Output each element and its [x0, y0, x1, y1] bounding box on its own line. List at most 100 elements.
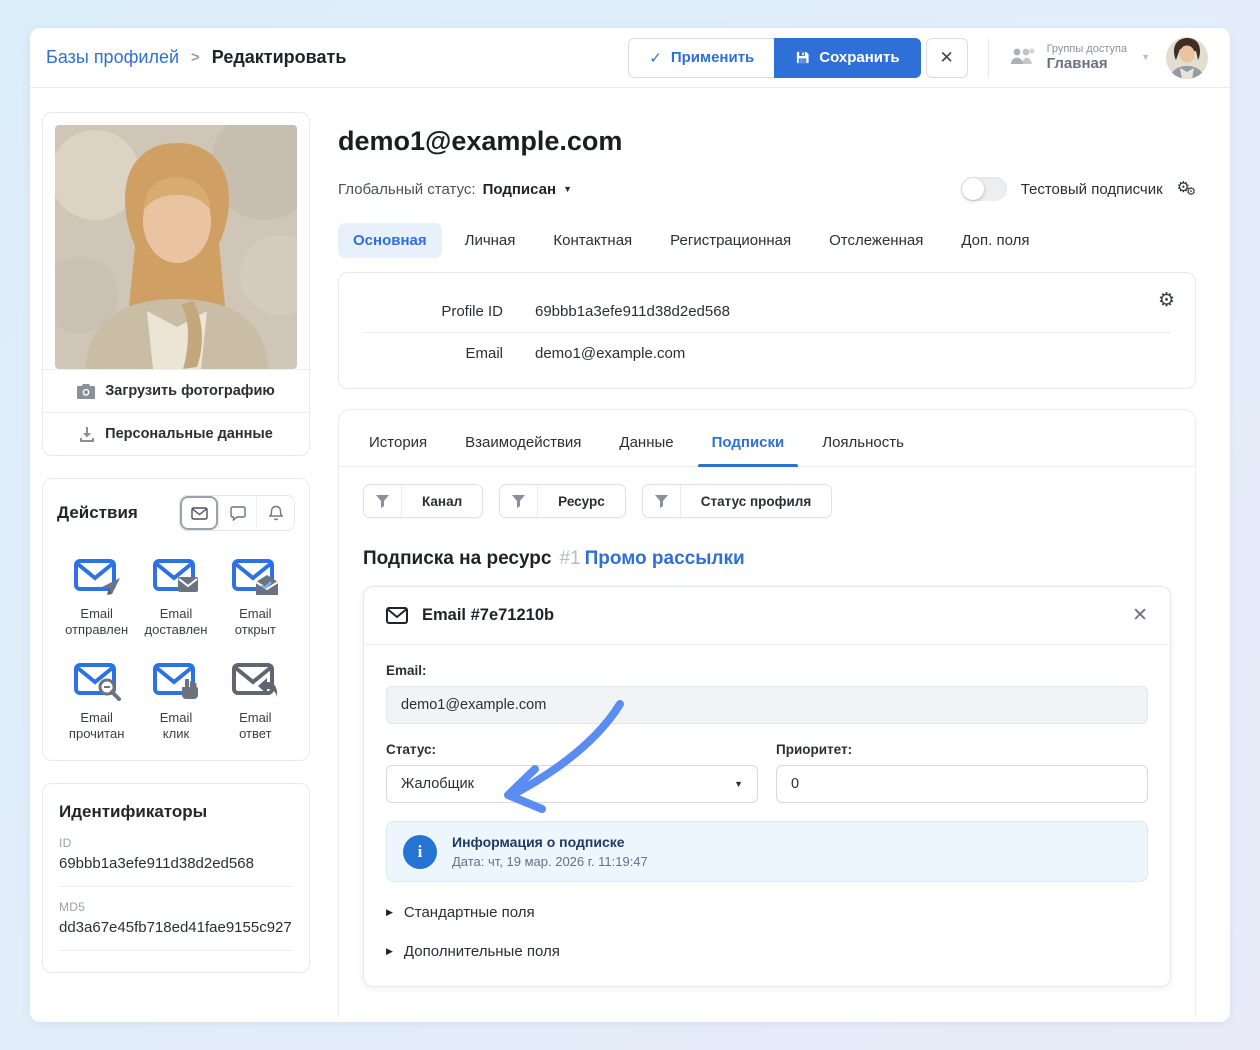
subscription-number: #1 — [559, 548, 580, 569]
actions-grid: Emailотправлен Emailдоставлен — [57, 557, 295, 742]
profile-tabs: Основная Личная Контактная Регистрационн… — [338, 223, 1196, 258]
funnel-icon — [364, 485, 402, 517]
subscription-card-title: Email #7e71210b — [422, 606, 554, 625]
action-email-opened[interactable]: Emailоткрыт — [216, 557, 295, 639]
filter-resource[interactable]: Ресурс — [499, 484, 626, 518]
priority-field-label: Приоритет: — [776, 742, 1148, 757]
user-avatar[interactable] — [1166, 37, 1208, 79]
tab-data[interactable]: Данные — [605, 428, 687, 466]
download-icon — [79, 426, 95, 442]
user-groups-icon — [1009, 46, 1037, 68]
actions-title: Действия — [57, 503, 138, 523]
test-subscriber-toggle[interactable] — [961, 177, 1007, 201]
settings-gears-icon[interactable]: ⚙⚙ — [1177, 180, 1196, 198]
profile-sidebar: Загрузить фотографию Персональные данные… — [42, 112, 310, 1022]
breadcrumb: Базы профилей > Редактировать — [46, 47, 346, 68]
email-read-icon — [73, 661, 121, 706]
camera-icon — [77, 384, 95, 399]
save-button-group: ✓ Применить Сохранить ✕ — [628, 38, 967, 78]
chevron-right-icon: > — [191, 49, 200, 66]
global-status-dropdown[interactable]: Подписан — [483, 181, 556, 198]
action-email-sent[interactable]: Emailотправлен — [57, 557, 136, 639]
email-sent-icon — [73, 557, 121, 602]
save-disk-icon — [795, 50, 810, 65]
page-title: demo1@example.com — [338, 126, 1196, 157]
identifier-id: ID 69bbb1a3efe911d38d2ed568 — [59, 836, 293, 872]
main-panel: demo1@example.com Глобальный статус: Под… — [338, 112, 1196, 1022]
email-click-icon — [152, 661, 200, 706]
top-header: Базы профилей > Редактировать ✓ Применит… — [30, 28, 1230, 88]
tab-registration[interactable]: Регистрационная — [655, 223, 806, 258]
priority-field[interactable] — [776, 765, 1148, 803]
close-subscription-icon[interactable]: ✕ — [1132, 604, 1148, 627]
email-field-label: Email: — [386, 663, 1148, 678]
global-status-label: Глобальный статус: — [338, 181, 476, 198]
tab-contact[interactable]: Контактная — [538, 223, 647, 258]
upload-photo-button[interactable]: Загрузить фотографию — [43, 369, 309, 412]
subscriptions-section: История Взаимодействия Данные Подписки Л… — [338, 409, 1196, 1017]
email-reply-icon — [231, 661, 279, 706]
tab-tracked[interactable]: Отслеженная — [814, 223, 938, 258]
subscription-heading: Подписка на ресурс#1Промо рассылки — [339, 518, 1195, 570]
profile-info-card: ⚙ Profile ID 69bbb1a3efe911d38d2ed568 Em… — [338, 272, 1196, 389]
status-field-label: Статус: — [386, 742, 758, 757]
tab-history[interactable]: История — [355, 428, 441, 466]
personal-data-button[interactable]: Персональные данные — [43, 412, 309, 455]
access-group-selector[interactable]: Группы доступа Главная ▼ — [1009, 43, 1150, 73]
filters-row: Канал Ресурс Статус профиля — [339, 467, 1195, 518]
funnel-icon — [643, 485, 681, 517]
actions-card: Действия — [42, 478, 310, 761]
access-group-caption: Группы доступа — [1047, 43, 1127, 56]
tab-personal[interactable]: Личная — [450, 223, 531, 258]
email-channel-button[interactable] — [180, 496, 218, 530]
access-group-value: Главная — [1047, 55, 1127, 72]
gear-icon[interactable]: ⚙ — [1158, 289, 1175, 312]
close-editor-button[interactable]: ✕ — [926, 38, 968, 78]
filter-channel[interactable]: Канал — [363, 484, 483, 518]
photo-card: Загрузить фотографию Персональные данные — [42, 112, 310, 456]
chevron-down-icon: ▼ — [563, 184, 572, 194]
save-button[interactable]: Сохранить — [774, 38, 920, 78]
app-window: Базы профилей > Редактировать ✓ Применит… — [30, 28, 1230, 1022]
profile-photo — [55, 125, 297, 369]
status-select[interactable]: Жалобщик ▼ — [386, 765, 758, 803]
email-field[interactable] — [386, 686, 1148, 724]
triangle-right-icon: ▶ — [386, 946, 393, 957]
test-subscriber-label: Тестовый подписчик — [1021, 181, 1163, 198]
action-email-reply[interactable]: Emailответ — [216, 661, 295, 743]
email-row: Email demo1@example.com — [363, 332, 1171, 374]
email-opened-icon — [231, 557, 279, 602]
action-email-click[interactable]: Emailклик — [136, 661, 215, 743]
envelope-icon — [386, 607, 408, 624]
identifier-md5: MD5 dd3a67e45fb718ed41fae9155c927 — [59, 900, 293, 936]
notification-channel-button[interactable] — [256, 496, 294, 530]
info-icon: i — [403, 835, 437, 869]
tab-extra-fields[interactable]: Доп. поля — [946, 223, 1044, 258]
additional-fields-toggle[interactable]: ▶ Дополнительные поля — [386, 943, 1148, 960]
apply-button[interactable]: ✓ Применить — [628, 38, 774, 78]
subscription-card: Email #7e71210b ✕ Email: Статус: Жалобщи… — [363, 586, 1171, 987]
chat-channel-button[interactable] — [218, 496, 256, 530]
close-icon: ✕ — [939, 48, 953, 68]
tab-interactions[interactable]: Взаимодействия — [451, 428, 595, 466]
header-divider — [988, 39, 989, 77]
activity-tabs: История Взаимодействия Данные Подписки Л… — [339, 410, 1195, 467]
email-delivered-icon — [152, 557, 200, 602]
tab-main[interactable]: Основная — [338, 223, 442, 258]
funnel-icon — [500, 485, 538, 517]
tab-subscriptions[interactable]: Подписки — [698, 428, 799, 466]
breadcrumb-current: Редактировать — [212, 47, 347, 68]
check-icon: ✓ — [649, 49, 662, 67]
breadcrumb-profiles-link[interactable]: Базы профилей — [46, 47, 179, 68]
triangle-right-icon: ▶ — [386, 907, 393, 918]
profile-id-row: Profile ID 69bbb1a3efe911d38d2ed568 — [363, 291, 1171, 332]
chevron-down-icon: ▼ — [1141, 52, 1150, 62]
identifiers-title: Идентификаторы — [59, 802, 293, 822]
filter-profile-status[interactable]: Статус профиля — [642, 484, 832, 518]
standard-fields-toggle[interactable]: ▶ Стандартные поля — [386, 904, 1148, 921]
tab-loyalty[interactable]: Лояльность — [808, 428, 918, 466]
resource-link[interactable]: Промо рассылки — [585, 548, 745, 569]
action-email-delivered[interactable]: Emailдоставлен — [136, 557, 215, 639]
action-email-read[interactable]: Emailпрочитан — [57, 661, 136, 743]
channel-switcher — [179, 495, 295, 531]
